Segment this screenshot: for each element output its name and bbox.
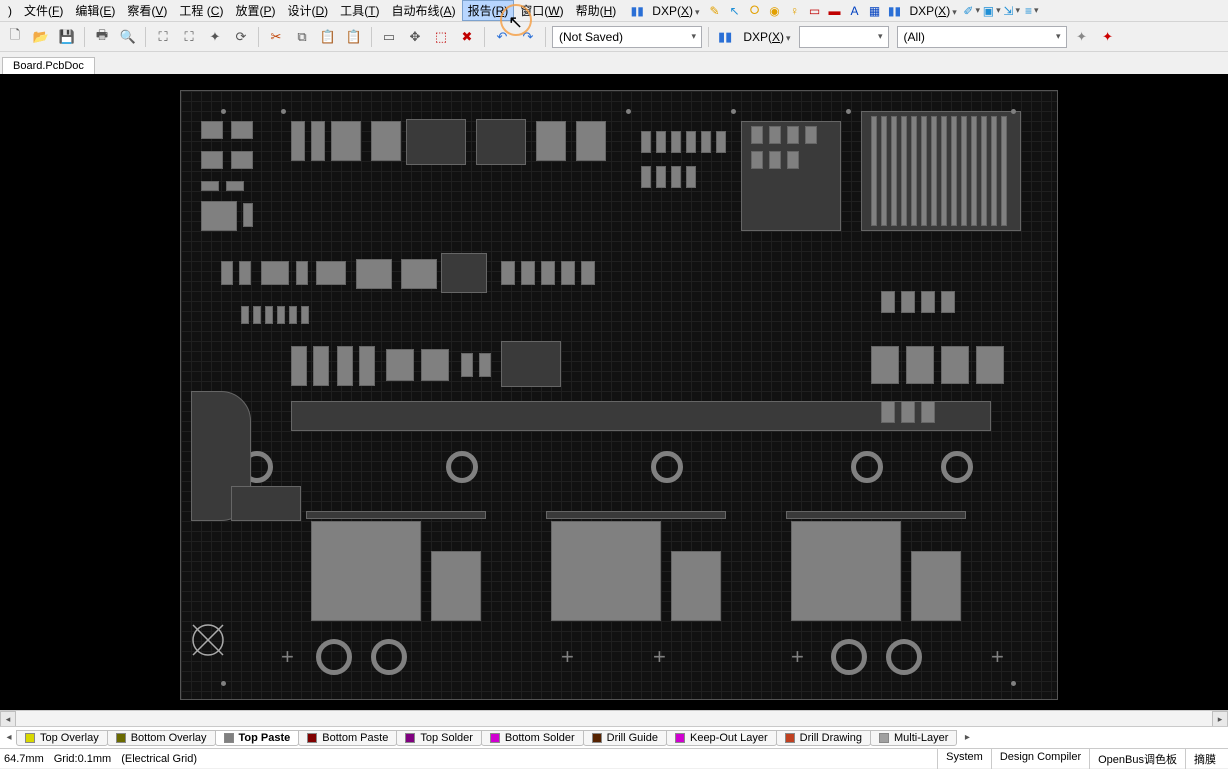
layer-tab-keep-out[interactable]: Keep-Out Layer: [666, 730, 777, 746]
new-button[interactable]: 🗋: [4, 26, 26, 48]
scroll-left-button[interactable]: ◂: [0, 711, 16, 727]
layer-swatch: [879, 733, 889, 743]
layer-nav-prev[interactable]: ◂: [2, 732, 16, 743]
tool-icon-9[interactable]: ▦: [866, 2, 884, 20]
menu-place[interactable]: 放置(P): [229, 0, 281, 21]
layer-tab-drill-guide[interactable]: Drill Guide: [583, 730, 667, 746]
status-grid: Grid:0.1mm: [54, 753, 111, 765]
filter-apply-button[interactable]: ✦: [1071, 26, 1093, 48]
layer-tab-multi-layer[interactable]: Multi-Layer: [870, 730, 957, 746]
panel-openbus[interactable]: OpenBus调色板: [1089, 749, 1185, 769]
menu-bar: ) 文件(F) 编辑(E) 察看(V) 工程 (C) 放置(P) 设计(D) 工…: [0, 0, 1228, 22]
dxp-dropdown-1[interactable]: DXP(X): [648, 4, 703, 18]
layer-swatch: [224, 733, 234, 743]
zoom-area-button[interactable]: ⛶: [152, 26, 174, 48]
redo-button[interactable]: ↷: [517, 26, 539, 48]
layer-nav-next[interactable]: ▸: [960, 732, 974, 743]
undo-button[interactable]: ↶: [491, 26, 513, 48]
panel-mask[interactable]: 摘膜: [1185, 749, 1224, 769]
menu-help[interactable]: 帮助(H): [570, 0, 623, 21]
tool-icon-7[interactable]: ▬: [826, 2, 844, 20]
menu-reports[interactable]: 报告(R): [462, 0, 515, 21]
menu-tail-toolbar: ▮▮ DXP(X) ✎ ↖ ⭘ ◉ ♀ ▭ ▬ A ▦ ▮▮ DXP(X) ✐ …: [628, 2, 1040, 20]
filter-clear-button[interactable]: ✦: [1097, 26, 1119, 48]
layer-tab-top-overlay[interactable]: Top Overlay: [16, 730, 108, 746]
open-button[interactable]: 📂: [30, 26, 52, 48]
zoom-refresh-button[interactable]: ⟳: [230, 26, 252, 48]
select-button[interactable]: ▭: [378, 26, 400, 48]
panel-design-compiler[interactable]: Design Compiler: [991, 749, 1089, 769]
paste-special-button[interactable]: 📋: [343, 26, 365, 48]
layer-tab-bottom-paste[interactable]: Bottom Paste: [298, 730, 397, 746]
menu-project[interactable]: 工程 (C): [173, 0, 229, 21]
copy-button[interactable]: ⧉: [291, 26, 313, 48]
tool-icon-6[interactable]: ▭: [806, 2, 824, 20]
layer-swatch: [116, 733, 126, 743]
tool-icon-4[interactable]: ◉: [766, 2, 784, 20]
cut-button[interactable]: ✂: [265, 26, 287, 48]
layer-tab-top-paste[interactable]: Top Paste: [215, 730, 300, 746]
layer-swatch: [490, 733, 500, 743]
layer-swatch: [405, 733, 415, 743]
blank-combo[interactable]: ▾: [799, 26, 889, 48]
tool-icon-2[interactable]: ↖: [726, 2, 744, 20]
dxp-icon-tb[interactable]: ▮▮: [715, 26, 735, 48]
layer-swatch: [675, 733, 685, 743]
layer-tab-bottom-solder[interactable]: Bottom Solder: [481, 730, 584, 746]
layer-swatch: [25, 733, 35, 743]
menu-view[interactable]: 察看(V): [121, 0, 173, 21]
tool-icon-8[interactable]: A: [846, 2, 864, 20]
tool-icon-5[interactable]: ♀: [786, 2, 804, 20]
layer-tab-drill-drawing[interactable]: Drill Drawing: [776, 730, 871, 746]
menu-window[interactable]: 窗口(W): [514, 0, 569, 21]
menu-file[interactable]: 文件(F): [18, 0, 69, 21]
layer-swatch: [592, 733, 602, 743]
panel-system[interactable]: System: [937, 749, 991, 769]
document-tab[interactable]: Board.PcbDoc: [2, 57, 95, 74]
standard-toolbar: 🗋 📂 💾 🖶 🔍 ⛶ ⛶ ✦ ⟳ ✂ ⧉ 📋 📋 ▭ ✥ ⬚ ✖ ↶ ↷ (N…: [0, 22, 1228, 52]
saved-query-combo[interactable]: (Not Saved)▾: [552, 26, 702, 48]
pcb-board-outline[interactable]: + + + + +: [180, 90, 1058, 700]
layer-tab-bar: ◂ Top Overlay Bottom Overlay Top Paste B…: [0, 726, 1228, 748]
tool-icon-10[interactable]: ✐: [963, 2, 981, 20]
menu-design[interactable]: 设计(D): [281, 0, 334, 21]
status-grid-type: (Electrical Grid): [121, 753, 197, 765]
pcb-workspace[interactable]: + + + + +: [0, 74, 1228, 710]
tool-icon-11[interactable]: ▣: [983, 2, 1001, 20]
layer-tab-bottom-overlay[interactable]: Bottom Overlay: [107, 730, 216, 746]
tool-icon-1[interactable]: ✎: [706, 2, 724, 20]
horizontal-scrollbar[interactable]: ◂ ▸: [0, 710, 1228, 726]
layer-swatch: [307, 733, 317, 743]
layer-swatch: [785, 733, 795, 743]
layer-tab-top-solder[interactable]: Top Solder: [396, 730, 482, 746]
dxp-dropdown-2[interactable]: DXP(X): [906, 4, 961, 18]
save-button[interactable]: 💾: [56, 26, 78, 48]
clear-button[interactable]: ✖: [456, 26, 478, 48]
dxp-icon[interactable]: ▮▮: [628, 2, 646, 20]
status-coord: 64.7mm: [4, 753, 44, 765]
document-tab-bar: Board.PcbDoc: [0, 52, 1228, 74]
preview-button[interactable]: 🔍: [117, 26, 139, 48]
zoom-selected-button[interactable]: ✦: [204, 26, 226, 48]
status-bar: 64.7mm Grid:0.1mm (Electrical Grid) Syst…: [0, 748, 1228, 768]
tool-icon-3[interactable]: ⭘: [746, 2, 764, 20]
menu-unknown[interactable]: ): [2, 2, 18, 20]
menu-edit[interactable]: 编辑(E): [69, 0, 121, 21]
paste-button[interactable]: 📋: [317, 26, 339, 48]
dxp-tb-dropdown[interactable]: DXP(X): [739, 30, 794, 44]
all-combo[interactable]: (All)▾: [897, 26, 1067, 48]
tool-icon-13[interactable]: ≡: [1023, 2, 1041, 20]
deselect-button[interactable]: ⬚: [430, 26, 452, 48]
print-button[interactable]: 🖶: [91, 26, 113, 48]
menu-autoroute[interactable]: 自动布线(A): [386, 0, 462, 21]
tool-icon-12[interactable]: ⇲: [1003, 2, 1021, 20]
menu-tools[interactable]: 工具(T): [334, 0, 385, 21]
zoom-fit-button[interactable]: ⛶: [178, 26, 200, 48]
move-button[interactable]: ✥: [404, 26, 426, 48]
scroll-right-button[interactable]: ▸: [1212, 711, 1228, 727]
dxp-icon-2[interactable]: ▮▮: [886, 2, 904, 20]
